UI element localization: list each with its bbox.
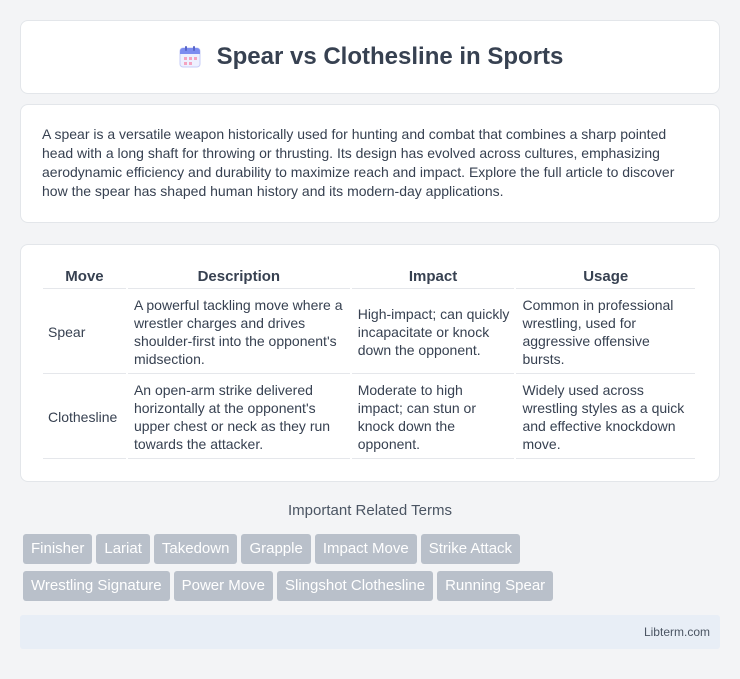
table-header-row: Move Description Impact Usage [43, 267, 695, 289]
tag-power-move[interactable]: Power Move [173, 571, 273, 601]
related-terms-list: Finisher Lariat Takedown Grapple Impact Move… [23, 534, 723, 608]
footer-site-link[interactable]: Libterm.com [644, 625, 710, 639]
tag-finisher[interactable]: Finisher [23, 534, 93, 564]
tag-strike-attack[interactable]: Strike Attack [420, 534, 521, 564]
cell-move: Clothesline [43, 376, 126, 459]
tag-impact-move[interactable]: Impact Move [314, 534, 417, 564]
page-title: Spear vs Clothesline in Sports [216, 43, 564, 70]
tag-running-spear[interactable]: Running Spear [437, 571, 554, 601]
cell-description: A powerful tackling move where a wrestle… [127, 291, 350, 374]
column-header-impact: Impact [351, 267, 515, 289]
cell-impact: High-impact; can quickly incapacitate or… [351, 291, 515, 374]
related-terms-title: Important Related Terms [288, 502, 452, 519]
cell-move: Spear [43, 291, 126, 374]
comparison-table-card: Move Description Impact Usage Spear A po… [20, 244, 720, 482]
header-card: Spear vs Clothesline in Sports [20, 20, 720, 94]
column-header-move: Move [43, 267, 126, 289]
cell-description: An open-arm strike delivered horizontall… [127, 376, 350, 459]
calendar-icon [177, 44, 203, 70]
table-row: Clothesline An open-arm strike delivered… [43, 376, 695, 459]
tag-lariat[interactable]: Lariat [96, 534, 150, 564]
cell-usage: Widely used across wrestling styles as a… [516, 376, 695, 459]
intro-text: A spear is a versatile weapon historical… [42, 126, 675, 199]
tag-grapple[interactable]: Grapple [241, 534, 311, 564]
tag-wrestling-signature[interactable]: Wrestling Signature [23, 571, 170, 601]
tag-slingshot-clothesline[interactable]: Slingshot Clothesline [277, 571, 434, 601]
table-row: Spear A powerful tackling move where a w… [43, 291, 695, 374]
footer: Libterm.com [20, 615, 720, 649]
comparison-table: Move Description Impact Usage Spear A po… [41, 265, 697, 461]
column-header-description: Description [127, 267, 350, 289]
cell-impact: Moderate to high impact; can stun or kno… [351, 376, 515, 459]
cell-usage: Common in professional wrestling, used f… [516, 291, 695, 374]
tag-takedown[interactable]: Takedown [153, 534, 238, 564]
column-header-usage: Usage [516, 267, 695, 289]
intro-card: A spear is a versatile weapon historical… [20, 104, 720, 223]
